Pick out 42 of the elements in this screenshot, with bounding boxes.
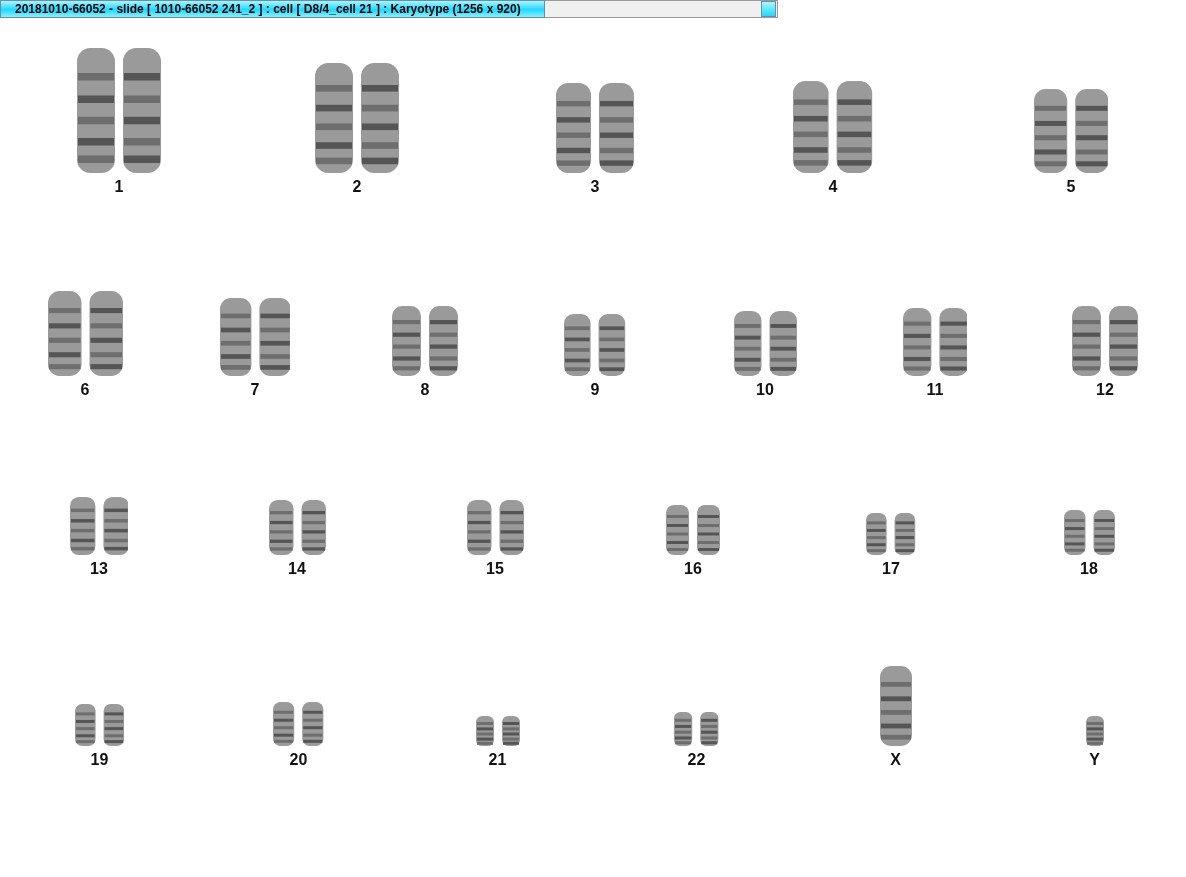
- chromosome-label: 11: [926, 382, 944, 398]
- chromosome-label: 18: [1080, 561, 1098, 577]
- chromosome-label: 15: [486, 561, 504, 577]
- chromosome-label: 10: [756, 382, 774, 398]
- chromosome-drawing: [1085, 716, 1104, 746]
- chromosome-pair-drawing: [1063, 510, 1115, 555]
- chromosome-label: X: [890, 752, 901, 768]
- chromosome-label: 14: [288, 561, 306, 577]
- chromosome-pair-drawing: [475, 716, 520, 746]
- chromosome-pair-drawing: [466, 500, 524, 555]
- chromosome-label: 19: [90, 752, 109, 768]
- window-title: 20181010-66052 - slide [ 1010-66052 241_2 ] : cell [ D8/4_cell 21 ] : Karyotype (1256 x 920): [0, 0, 545, 18]
- chromosome-label: 2: [352, 179, 362, 195]
- chromosome-pair-drawing: [69, 497, 129, 555]
- chromosome-label: 13: [90, 561, 108, 577]
- chromosome-pair-drawing: [273, 702, 324, 746]
- chromosome-pair-drawing: [666, 505, 720, 555]
- chromosome-label: 22: [687, 752, 706, 768]
- chromosome-label: 4: [828, 179, 838, 195]
- chromosome-label: 17: [882, 561, 900, 577]
- chromosome-label: 20: [289, 752, 308, 768]
- chromosome-pair-drawing: [392, 306, 458, 376]
- chromosome-label: 16: [684, 561, 702, 577]
- chromosome-label: 3: [590, 179, 600, 195]
- chromosome-label: 8: [420, 382, 430, 398]
- chromosome-label: 12: [1096, 382, 1114, 398]
- chromosome-label: 5: [1066, 179, 1076, 195]
- chromosome-label: 7: [250, 382, 260, 398]
- chromosome-pair-drawing: [74, 704, 125, 746]
- chromosome-pair-drawing: [1072, 306, 1138, 376]
- chromosome-label: 1: [114, 179, 124, 195]
- chromosome-pair-drawing: [733, 311, 797, 376]
- chromosome-label: Y: [1089, 752, 1100, 768]
- chromosome-pair-drawing: [674, 712, 719, 746]
- chromosome-pair-drawing: [564, 314, 626, 376]
- chromosome-pair-drawing: [866, 513, 916, 555]
- chromosome-label: 6: [80, 382, 90, 398]
- chromosome-label: 9: [590, 382, 600, 398]
- scroll-thumb[interactable]: [761, 1, 776, 17]
- chromosome-pair-drawing: [268, 500, 326, 555]
- chromosome-pair-drawing: [902, 308, 968, 376]
- chromosome-label: 21: [488, 752, 507, 768]
